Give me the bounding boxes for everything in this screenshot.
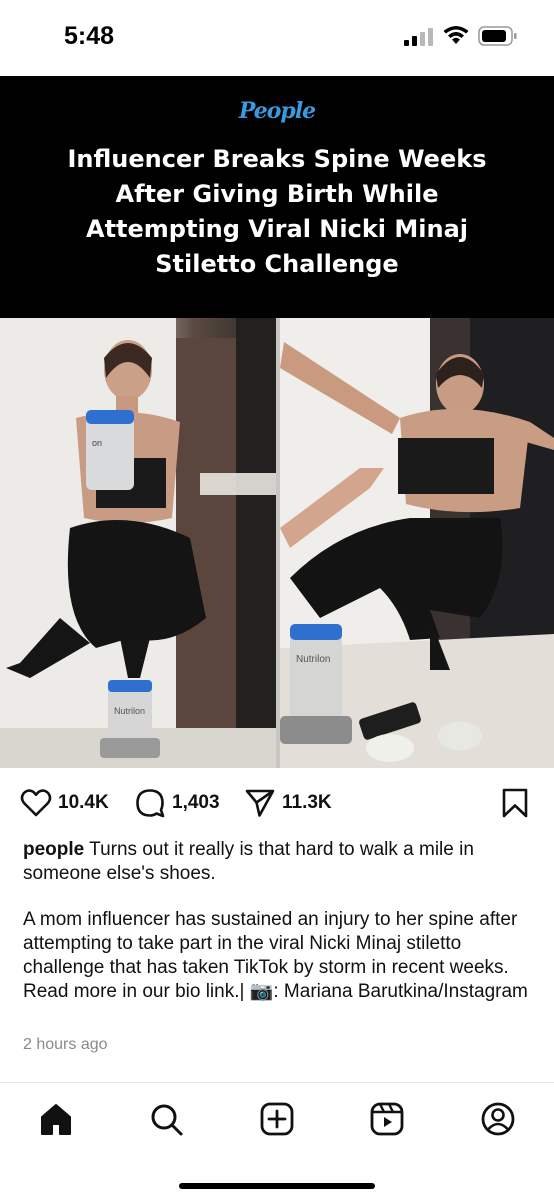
comment-count: 1,403: [172, 792, 220, 813]
share-button[interactable]: 11.3K: [244, 786, 332, 820]
photo-right-can-brand: Nutrilon: [296, 654, 330, 665]
comment-button[interactable]: 1,403: [134, 786, 220, 820]
caption-body: A mom influencer has sustained an injury…: [23, 909, 528, 1002]
brand-logo: People: [238, 98, 316, 124]
photo-left-can-brand: Nutrilon: [114, 706, 145, 716]
photo-left-illustration: on Nutrilon: [0, 318, 276, 768]
photo-left: on Nutrilon: [0, 318, 276, 768]
save-button[interactable]: [500, 786, 530, 820]
home-icon[interactable]: [38, 1101, 74, 1137]
like-count: 10.4K: [58, 792, 109, 813]
caption-username[interactable]: people: [23, 839, 84, 860]
photo-right-illustration: Nutrilon: [280, 318, 554, 768]
caption: people Turns out it really is that hard …: [23, 838, 533, 886]
post-image[interactable]: People Influencer Breaks Spine Weeks Aft…: [0, 76, 554, 768]
home-indicator: [179, 1183, 375, 1189]
profile-icon[interactable]: [480, 1101, 516, 1137]
post-timestamp: 2 hours ago: [23, 1036, 108, 1053]
comment-icon: [136, 789, 165, 818]
share-count: 11.3K: [282, 792, 332, 813]
bookmark-icon: [502, 788, 528, 818]
status-bar: 5:48: [0, 0, 554, 66]
search-icon[interactable]: [148, 1101, 184, 1137]
like-button[interactable]: 10.4K: [20, 786, 109, 820]
photo-right: Nutrilon: [280, 318, 554, 768]
wifi-icon: [443, 26, 469, 44]
reels-icon[interactable]: [369, 1101, 405, 1137]
headline-text: Influencer Breaks Spine Weeks After Givi…: [67, 145, 487, 278]
signal-icon: [404, 28, 433, 46]
bottom-nav: [0, 1082, 554, 1200]
headline-banner: People Influencer Breaks Spine Weeks Aft…: [0, 76, 554, 318]
post-actions: 10.4K 1,403 11.3K: [0, 786, 554, 824]
status-time: 5:48: [64, 22, 115, 50]
caption-text: Turns out it really is that hard to walk…: [23, 839, 474, 884]
photo-collage: on Nutrilon Nutrilon: [0, 318, 554, 768]
battery-icon: [478, 26, 517, 46]
heart-icon: [20, 789, 52, 817]
photo-left-can-label: on: [92, 438, 102, 448]
create-icon[interactable]: [259, 1101, 295, 1137]
send-icon: [245, 789, 275, 817]
